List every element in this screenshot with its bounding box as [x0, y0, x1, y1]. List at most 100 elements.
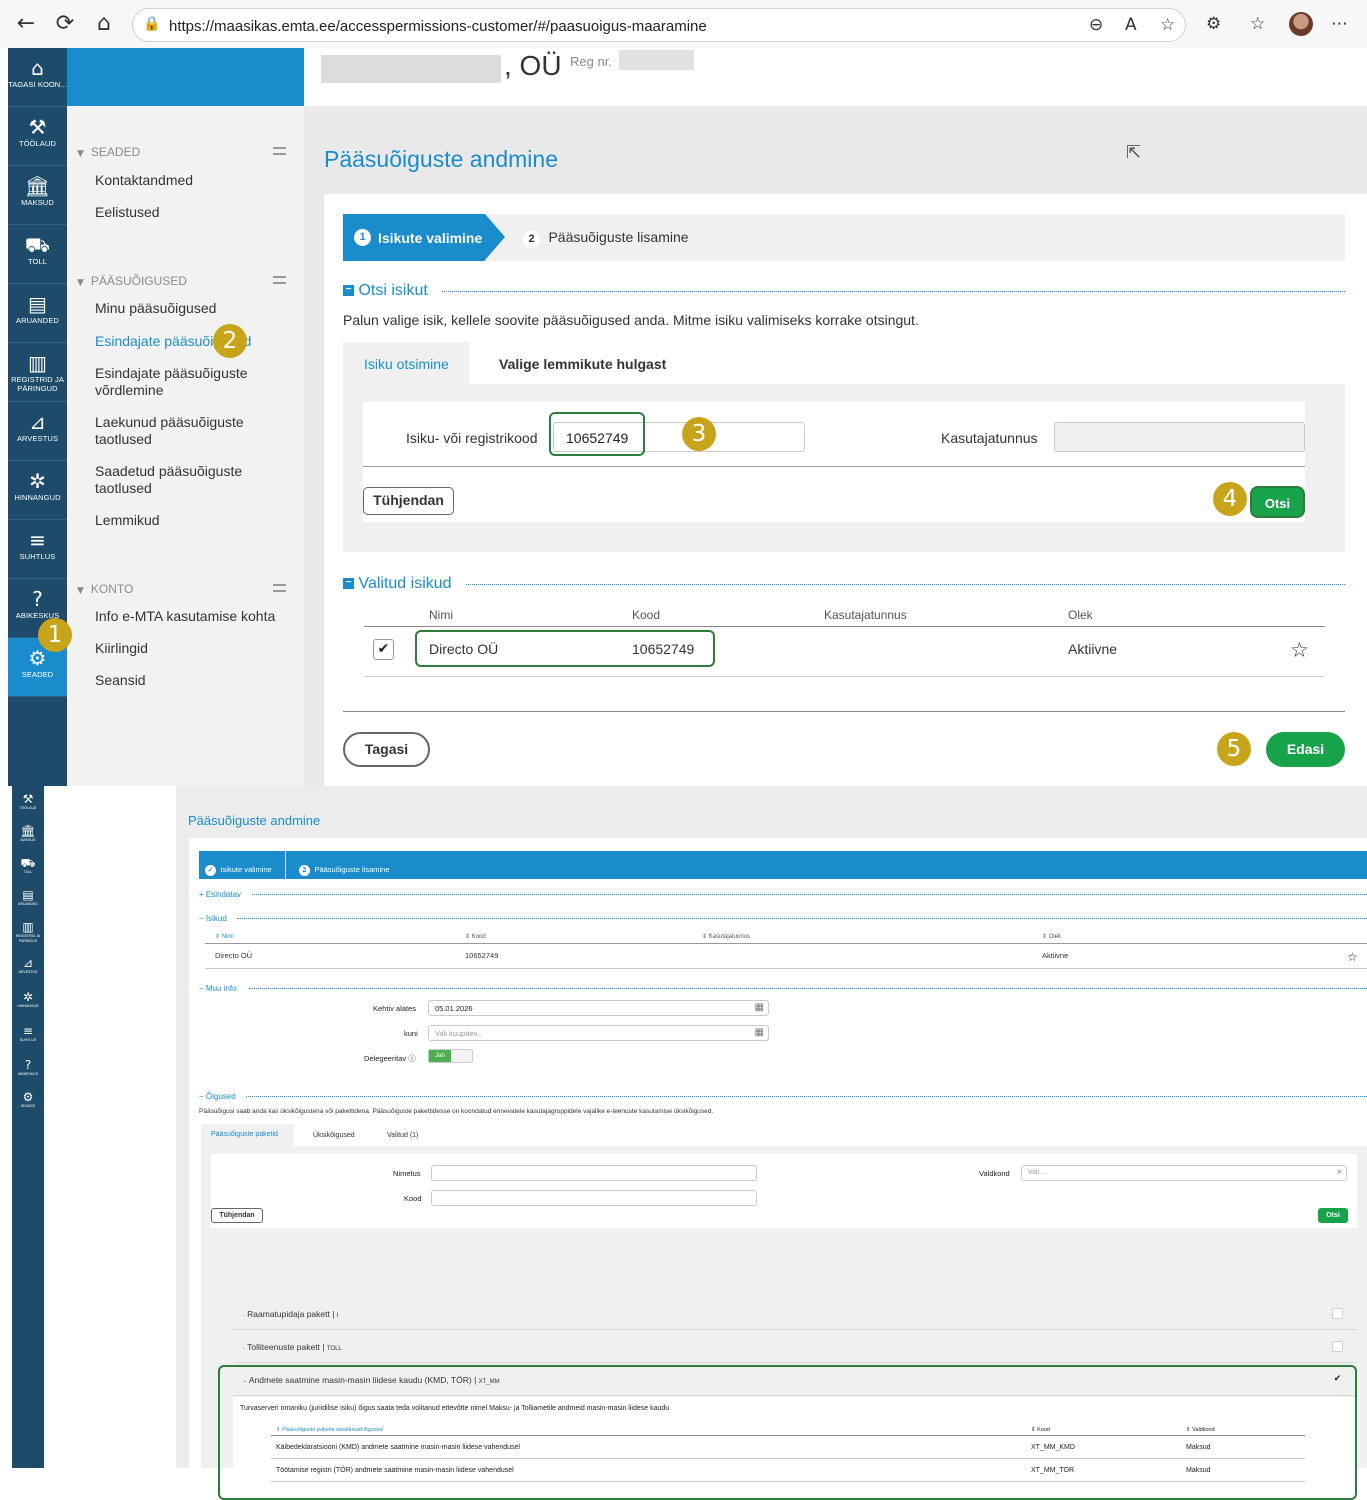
url-text[interactable]: https://maasikas.emta.ee/accesspermissio… — [169, 18, 707, 35]
step-1[interactable]: ✓ Isikute valimine — [205, 859, 272, 877]
name-filter-input[interactable] — [431, 1165, 757, 1181]
tab-packages[interactable]: Pääsuõiguste paketid — [201, 1124, 294, 1146]
sidebar-item-preferences[interactable]: Eelistused — [95, 204, 295, 221]
section-settings[interactable]: ▼ SEADED — [77, 145, 140, 159]
back-icon[interactable]: ← — [12, 10, 40, 38]
extensions-icon[interactable]: ⚙ — [1206, 14, 1221, 34]
col-status[interactable]: Olek — [1068, 608, 1093, 622]
more-icon[interactable]: ⋯ — [1331, 14, 1348, 34]
col-name[interactable]: ⇕ Nimi — [215, 933, 234, 940]
favorite-star-icon[interactable]: ☆ — [1347, 950, 1358, 964]
col-username[interactable]: ⇕ Kasutajatunnus — [702, 933, 750, 940]
delegable-toggle[interactable]: Jah — [428, 1049, 473, 1063]
rail-customs[interactable]: ⛟ TOLL — [12, 852, 44, 884]
rail-dashboard[interactable]: ⚒ TÖÖLAUD — [8, 107, 67, 166]
sidebar-item-compare-rights[interactable]: Esindajate pääsuõiguste võrdlemine — [95, 365, 295, 399]
rail-back-to-home[interactable]: ⌂ TAGASI KOON... — [8, 48, 67, 107]
divider — [466, 584, 1345, 585]
code-filter-input[interactable] — [431, 1190, 757, 1206]
selected-persons-section[interactable]: − Valitud isikud — [343, 575, 452, 593]
favorites-icon[interactable]: ☆ — [1250, 14, 1265, 34]
favorite-star-icon[interactable]: ☆ — [1290, 638, 1309, 662]
col-code[interactable]: Kood — [632, 608, 660, 622]
rights-section[interactable]: − Õigused — [199, 1092, 236, 1101]
clear-button[interactable]: Tühjendan — [211, 1208, 263, 1223]
search-icon[interactable]: ⌕ — [1337, 1167, 1342, 1177]
menu-lines-icon[interactable] — [273, 276, 286, 284]
zoom-icon[interactable]: ⊖ — [1089, 15, 1103, 35]
favorite-star-icon[interactable]: ☆ — [1160, 15, 1175, 35]
cursor-icon: ⇱ — [1126, 142, 1142, 163]
step-1[interactable]: 1 Isikute valimine — [343, 214, 485, 261]
sidebar-item-info[interactable]: Info e-MTA kasutamise kohta — [95, 608, 295, 625]
calendar-icon[interactable]: ▦ — [755, 1027, 764, 1038]
next-button[interactable]: Edasi — [1266, 732, 1345, 767]
section-access-rights[interactable]: ▼ PÄÄSUÕIGUSED — [77, 274, 187, 288]
section-account[interactable]: ▼ KONTO — [77, 582, 133, 596]
rail-registers[interactable]: ▥ REGISTRID JA PÄRINGUD — [8, 343, 67, 402]
sidebar-item-sessions[interactable]: Seansid — [95, 672, 295, 689]
search-person-section[interactable]: − Otsi isikut — [343, 282, 428, 300]
rail-reports[interactable]: ▤ ARUANDED — [12, 884, 44, 916]
representable-section[interactable]: + Esindatav — [199, 890, 241, 899]
rail-accounting[interactable]: ⊿ ARVESTUS — [8, 402, 67, 461]
row-checkbox[interactable]: ✔ — [373, 639, 394, 660]
rail-registers[interactable]: ▥ REGISTRID JA PÄRINGUD — [12, 916, 44, 948]
tab-single-rights[interactable]: Üksikõigused — [313, 1132, 355, 1139]
read-aloud-icon[interactable]: A — [1125, 15, 1137, 35]
rail-communication[interactable]: ≡ SUHTLUS — [12, 1020, 44, 1052]
rail-dashboard[interactable]: ⚒ TÖÖLAUD — [12, 788, 44, 820]
redacted-company-name — [321, 55, 501, 83]
valid-from-input[interactable]: 05.01.2026 ▦ — [428, 1000, 769, 1016]
chat-icon: ≡ — [22, 1024, 34, 1038]
sidebar-item-received-requests[interactable]: Laekunud pääsuõiguste taotlused — [95, 414, 295, 448]
sidebar-item-favorites[interactable]: Lemmikud — [95, 512, 295, 529]
rail-ratings[interactable]: ✲ HINNANGUD — [12, 986, 44, 1018]
rail-reports[interactable]: ▤ ARUANDED — [8, 284, 67, 343]
domain-filter-input[interactable]: Vali... ⌕ — [1021, 1165, 1347, 1181]
calendar-icon[interactable]: ▦ — [755, 1002, 764, 1013]
rail-customs[interactable]: ⛟ TOLL — [8, 225, 67, 284]
col-username[interactable]: Kasutajatunnus — [824, 608, 907, 622]
rail-taxes[interactable]: 🏛 MAKSUD — [12, 820, 44, 852]
col-name[interactable]: Nimi — [429, 608, 453, 622]
col-code[interactable]: ⇕ Kood — [465, 933, 486, 940]
persons-section[interactable]: − Isikud — [199, 914, 227, 923]
package-row[interactable]: ◦ Tolliteenuste pakett | TOLL — [233, 1331, 1357, 1363]
sidebar-item-quicklinks[interactable]: Kiirlingid — [95, 640, 295, 657]
avatar[interactable] — [1289, 12, 1313, 36]
tab-favorites[interactable]: Valige lemmikute hulgast — [499, 356, 666, 372]
name-filter-label: Nimetus — [393, 1169, 421, 1178]
menu-lines-icon[interactable] — [273, 584, 286, 592]
rail-ratings[interactable]: ✲ HINNANGUD — [8, 461, 67, 520]
more-info-section[interactable]: − Muu info — [199, 984, 237, 993]
menu-lines-icon[interactable] — [273, 147, 286, 155]
rail-communication[interactable]: ≡ SUHTLUS — [8, 520, 67, 579]
package-checkbox[interactable] — [1332, 1308, 1343, 1319]
until-input[interactable]: Vali kuupäev... ▦ — [428, 1025, 769, 1041]
code-filter-label: Kood — [404, 1194, 422, 1203]
tab-selected[interactable]: Valitud (1) — [387, 1132, 418, 1139]
address-bar[interactable]: 🔒 https://maasikas.emta.ee/accesspermiss… — [132, 8, 1186, 42]
clear-button[interactable]: Tühjendan — [363, 487, 454, 515]
step-2[interactable]: 2 Pääsuõiguste lisamine — [523, 229, 689, 248]
col-status[interactable]: ⇕ Olek — [1042, 933, 1061, 940]
back-button[interactable]: Tagasi — [343, 732, 430, 767]
rail-settings[interactable]: ⚙ SEADED — [12, 1086, 44, 1118]
home-icon[interactable]: ⌂ — [90, 10, 118, 38]
search-button[interactable]: Otsi — [1250, 486, 1305, 518]
package-checkbox[interactable] — [1332, 1341, 1343, 1352]
rail-accounting[interactable]: ⊿ ARVESTUS — [12, 952, 44, 984]
sidebar-item-sent-requests[interactable]: Saadetud pääsuõiguste taotlused — [95, 463, 295, 497]
reload-icon[interactable]: ⟳ — [51, 10, 79, 38]
tab-search-person[interactable]: Isiku otsimine — [343, 342, 469, 384]
step-2[interactable]: 2 Pääsuõiguste lisamine — [299, 859, 390, 877]
sidebar-item-my-rights[interactable]: Minu pääsuõigused — [95, 300, 295, 317]
sidebar-item-representative-rights[interactable]: Esindajate pääsuõigused — [95, 333, 295, 350]
sidebar-item-contacts[interactable]: Kontaktandmed — [95, 172, 295, 189]
rail-taxes[interactable]: 🏛 MAKSUD — [8, 166, 67, 225]
package-row[interactable]: ◦ Raamatupidaja pakett | I — [233, 1298, 1357, 1330]
username-input[interactable] — [1054, 422, 1305, 452]
search-button[interactable]: Otsi — [1318, 1208, 1348, 1223]
rail-help[interactable]: ? ABIKESKUS — [12, 1054, 44, 1086]
